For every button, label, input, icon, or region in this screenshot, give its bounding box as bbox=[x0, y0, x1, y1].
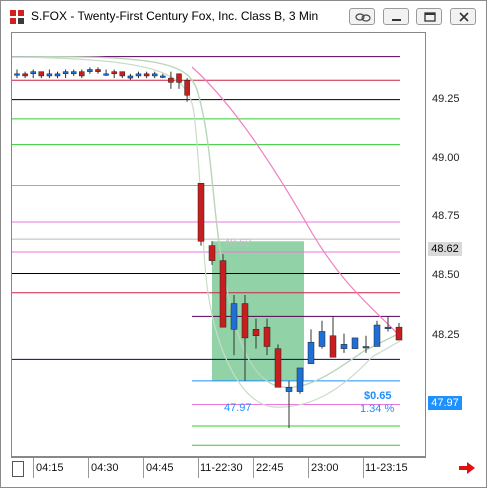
y-tick-label: 49.25 bbox=[432, 93, 460, 105]
window-title: S.FOX - Twenty-First Century Fox, Inc. C… bbox=[31, 9, 319, 23]
candle-body bbox=[351, 337, 359, 349]
candle-body bbox=[241, 303, 249, 339]
x-divider bbox=[198, 458, 199, 478]
x-tick-label: 04:30 bbox=[91, 462, 119, 474]
x-divider bbox=[363, 458, 364, 478]
candle-body bbox=[111, 71, 117, 75]
range-high-label: 48.62 bbox=[224, 237, 252, 249]
x-divider bbox=[88, 458, 89, 478]
close-icon bbox=[459, 12, 469, 22]
x-tick-label: 11-22:30 bbox=[200, 462, 243, 474]
link-icon bbox=[355, 13, 371, 22]
candle-body bbox=[307, 341, 315, 364]
candle-body bbox=[14, 73, 20, 76]
candle-body bbox=[384, 326, 392, 329]
candle-body bbox=[95, 69, 101, 72]
candle-body bbox=[252, 329, 260, 337]
x-tick-label: 23:00 bbox=[311, 462, 339, 474]
candle-body bbox=[30, 71, 36, 75]
candle-body bbox=[197, 183, 205, 242]
plot-area[interactable]: 48.62 47.97 $0.65 1.34 % bbox=[11, 32, 426, 457]
candle-body bbox=[274, 348, 282, 388]
current-price-tag: 48.62 bbox=[428, 242, 462, 256]
candle-body bbox=[296, 367, 304, 392]
candle-body bbox=[340, 344, 348, 349]
restore-button[interactable] bbox=[416, 8, 442, 25]
x-tick-label: 11-23:15 bbox=[365, 462, 408, 474]
y-tick-label: 48.25 bbox=[432, 329, 460, 341]
candle-body bbox=[230, 303, 238, 330]
candle-body bbox=[62, 71, 69, 75]
change-abs-label: $0.65 bbox=[364, 390, 392, 402]
x-tick-label: 04:45 bbox=[146, 462, 174, 474]
link-button[interactable] bbox=[349, 8, 375, 25]
y-tick-label: 49.00 bbox=[432, 152, 460, 164]
price-axis[interactable]: 49.25 49.00 48.75 48.50 48.25 48.62 47.9… bbox=[426, 32, 486, 457]
candle-body bbox=[168, 77, 174, 83]
candle-body bbox=[285, 387, 293, 392]
title-bar[interactable]: S.FOX - Twenty-First Century Fox, Inc. C… bbox=[1, 1, 486, 31]
app-chart-icon bbox=[10, 10, 24, 24]
candle-body bbox=[219, 260, 227, 328]
candle-body bbox=[103, 73, 109, 76]
scroll-right-arrow-icon[interactable] bbox=[458, 461, 476, 475]
candle-body bbox=[87, 69, 93, 72]
range-low-label: 47.97 bbox=[224, 402, 252, 414]
scroll-corner-box[interactable] bbox=[12, 461, 24, 477]
x-divider bbox=[33, 458, 34, 478]
time-axis[interactable]: 04:15 04:30 04:45 11-22:30 22:45 23:00 1… bbox=[11, 457, 426, 479]
candle-body bbox=[263, 326, 271, 347]
y-tick-label: 48.75 bbox=[432, 210, 460, 222]
candle-body bbox=[184, 79, 190, 96]
candle-body bbox=[46, 73, 53, 77]
x-divider bbox=[143, 458, 144, 478]
minimize-icon bbox=[392, 19, 401, 21]
last-price-tag: 47.97 bbox=[428, 396, 462, 410]
candle-body bbox=[208, 245, 216, 261]
candle-body bbox=[318, 331, 326, 347]
candle-body bbox=[395, 326, 403, 341]
candle-body bbox=[362, 346, 370, 349]
x-divider bbox=[253, 458, 254, 478]
lower-envelope-line bbox=[12, 56, 401, 408]
candle-body bbox=[160, 75, 166, 78]
candle-body bbox=[38, 71, 45, 77]
candle-body bbox=[127, 75, 134, 79]
y-tick-label: 48.50 bbox=[432, 269, 460, 281]
x-divider bbox=[308, 458, 309, 478]
minimize-button[interactable] bbox=[383, 8, 409, 25]
candle-body bbox=[151, 73, 158, 77]
candle-body bbox=[143, 73, 150, 77]
candle-body bbox=[135, 73, 142, 77]
chart-window: S.FOX - Twenty-First Century Fox, Inc. C… bbox=[0, 0, 487, 488]
candle-body bbox=[54, 73, 61, 77]
candle-body bbox=[329, 335, 337, 358]
candle-body bbox=[79, 71, 85, 77]
candle-body bbox=[176, 73, 182, 83]
x-tick-label: 22:45 bbox=[256, 462, 284, 474]
close-button[interactable] bbox=[450, 8, 476, 25]
candle-body bbox=[22, 73, 28, 77]
candle-body bbox=[119, 71, 126, 77]
x-tick-label: 04:15 bbox=[36, 462, 64, 474]
restore-icon bbox=[424, 12, 436, 22]
candle-body bbox=[373, 324, 381, 347]
change-pct-label: 1.34 % bbox=[360, 403, 395, 415]
candle-body bbox=[70, 71, 77, 75]
